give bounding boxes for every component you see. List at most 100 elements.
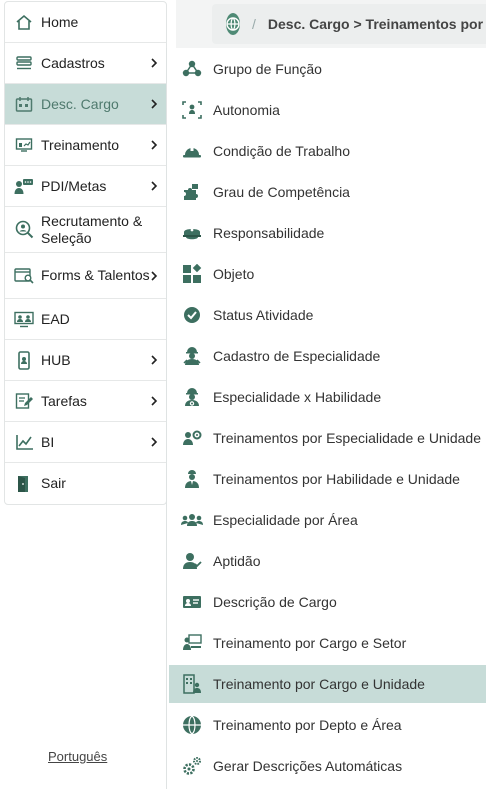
autonomy-icon <box>181 100 203 120</box>
submenu-item-label: Treinamento por Cargo e Unidade <box>213 676 425 692</box>
sidebar-item-tarefas[interactable]: Tarefas <box>5 381 166 422</box>
form-search-icon <box>13 266 35 286</box>
puzzle-icon <box>181 182 203 202</box>
gears-icon <box>181 756 203 776</box>
breadcrumb: / Desc. Cargo > Treinamentos por Cargo e… <box>212 4 486 44</box>
submenu-item-label: Condição de Trabalho <box>213 143 350 159</box>
chevron-right-icon <box>149 180 159 192</box>
sidebar-item-pdi-metas[interactable]: PDI/Metas <box>5 166 166 207</box>
sidebar-item-label: PDI/Metas <box>41 177 107 194</box>
worker-icon <box>181 346 203 366</box>
edit-task-icon <box>13 391 35 411</box>
submenu-item-status-atividade[interactable]: Status Atividade <box>169 296 486 334</box>
building-user-icon <box>181 674 203 694</box>
desc-cargo-submenu: Grupo de Função Autonomia Condição de Tr… <box>166 48 486 789</box>
user-chat-icon <box>13 176 35 196</box>
submenu-item-aptidao[interactable]: Aptidão <box>169 542 486 580</box>
home-icon <box>13 12 35 32</box>
submenu-item-especialidade-area[interactable]: Especialidade por Área <box>169 501 486 539</box>
sidebar-item-treinamento[interactable]: Treinamento <box>5 125 166 166</box>
submenu-item-label: Cadastro de Especialidade <box>213 348 381 364</box>
submenu-item-treinamento-cargo-setor[interactable]: Treinamento por Cargo e Setor <box>169 624 486 662</box>
sidebar: Home Cadastros Desc. Cargo Treinamento P… <box>4 1 167 505</box>
sidebar-item-hub[interactable]: HUB <box>5 340 166 381</box>
chevron-right-icon <box>149 436 159 448</box>
submenu-item-label: Responsabilidade <box>213 225 325 241</box>
users-icon <box>181 510 203 530</box>
sidebar-item-label: Forms & Talentos <box>41 267 150 283</box>
search-user-icon <box>13 220 35 240</box>
breadcrumb-path[interactable]: Desc. Cargo > Treinamentos por Cargo e U… <box>268 16 486 32</box>
submenu-item-cadastro-especialidade[interactable]: Cadastro de Especialidade <box>169 337 486 375</box>
sidebar-item-cadastros[interactable]: Cadastros <box>5 43 166 84</box>
chevron-right-icon <box>149 139 159 151</box>
submenu-item-label: Status Atividade <box>213 307 314 323</box>
submenu-item-label: Treinamento por Cargo e Setor <box>213 635 407 651</box>
submenu-item-label: Especialidade por Área <box>213 512 358 528</box>
chevron-right-icon <box>149 354 159 366</box>
globe-icon[interactable] <box>226 13 240 35</box>
sidebar-item-home[interactable]: Home <box>5 2 166 43</box>
sidebar-item-desc-cargo[interactable]: Desc. Cargo <box>5 84 166 125</box>
sidebar-item-label: Cadastros <box>41 54 105 71</box>
submenu-item-descricao-cargo[interactable]: Descrição de Cargo <box>169 583 486 621</box>
sidebar-item-label: BI <box>41 433 55 450</box>
chevron-right-icon <box>149 98 159 110</box>
sidebar-item-sair[interactable]: Sair <box>5 463 166 504</box>
chart-icon <box>13 432 35 452</box>
submenu-item-especialidade-habilidade[interactable]: Especialidade x Habilidade <box>169 378 486 416</box>
submenu-item-autonomia[interactable]: Autonomia <box>169 91 486 129</box>
submenu-item-label: Grau de Competência <box>213 184 350 200</box>
users-gear-icon <box>181 428 203 448</box>
submenu-item-gerar-descricoes[interactable]: Gerar Descrições Automáticas <box>169 747 486 785</box>
language-link[interactable]: Português <box>48 749 107 764</box>
sidebar-item-label: Desc. Cargo <box>41 95 119 112</box>
submenu-item-label: Autonomia <box>213 102 280 118</box>
submenu-item-treinamentos-especialidade-unidade[interactable]: Treinamentos por Especialidade e Unidade <box>169 419 486 457</box>
group-icon <box>181 59 203 79</box>
sidebar-item-label: Tarefas <box>41 392 87 409</box>
sidebar-item-label: Sair <box>41 475 66 491</box>
sidebar-item-ead[interactable]: EAD <box>5 299 166 340</box>
worker-gear-icon <box>181 387 203 407</box>
sidebar-item-label: Treinamento <box>41 136 120 153</box>
submenu-item-treinamentos-habilidade-unidade[interactable]: Treinamentos por Habilidade e Unidade <box>169 460 486 498</box>
sidebar-item-recrutamento[interactable]: Recrutamento & Seleção <box>5 207 166 253</box>
monitor-users-icon <box>13 309 35 329</box>
submenu-item-label: Especialidade x Habilidade <box>213 389 382 405</box>
user-tie-icon <box>181 469 203 489</box>
submenu-item-label: Descrição de Cargo <box>213 594 337 610</box>
sidebar-item-label: HUB <box>41 351 71 368</box>
sidebar-item-label: EAD <box>41 310 70 327</box>
calendar-icon <box>13 94 35 114</box>
submenu-item-label: Treinamentos por Habilidade e Unidade <box>213 471 460 487</box>
submenu-item-label: Treinamentos por Especialidade e Unidade <box>213 430 481 446</box>
sidebar-item-label: Recrutamento & Seleção <box>41 212 143 246</box>
chevron-right-icon <box>149 395 159 407</box>
submenu-item-grupo-funcao[interactable]: Grupo de Função <box>169 50 486 88</box>
breadcrumb-separator: / <box>252 16 256 32</box>
submenu-item-label: Grupo de Função <box>213 61 322 77</box>
cap-icon <box>181 223 203 243</box>
globe-icon <box>181 715 203 735</box>
presentation-icon <box>13 135 35 155</box>
submenu-item-treinamento-depto-area[interactable]: Treinamento por Depto e Área <box>169 706 486 744</box>
sidebar-item-label: Home <box>41 13 79 30</box>
submenu-item-objeto[interactable]: Objeto <box>169 255 486 293</box>
submenu-item-grau-competencia[interactable]: Grau de Competência <box>169 173 486 211</box>
submenu-item-treinamento-cargo-unidade[interactable]: Treinamento por Cargo e Unidade <box>169 665 486 703</box>
submenu-item-label: Objeto <box>213 266 255 282</box>
user-check-icon <box>181 551 203 571</box>
teacher-icon <box>181 633 203 653</box>
list-icon <box>13 53 35 73</box>
id-card-icon <box>181 592 203 612</box>
submenu-item-responsabilidade[interactable]: Responsabilidade <box>169 214 486 252</box>
submenu-item-label: Gerar Descrições Automáticas <box>213 758 403 774</box>
sidebar-item-forms-talentos[interactable]: Forms & Talentos <box>5 253 166 299</box>
submenu-item-condicao-trabalho[interactable]: Condição de Trabalho <box>169 132 486 170</box>
exit-icon <box>13 474 35 494</box>
chevron-right-icon <box>149 57 159 69</box>
objects-icon <box>181 264 203 284</box>
submenu-item-label: Treinamento por Depto e Área <box>213 717 402 733</box>
sidebar-item-bi[interactable]: BI <box>5 422 166 463</box>
